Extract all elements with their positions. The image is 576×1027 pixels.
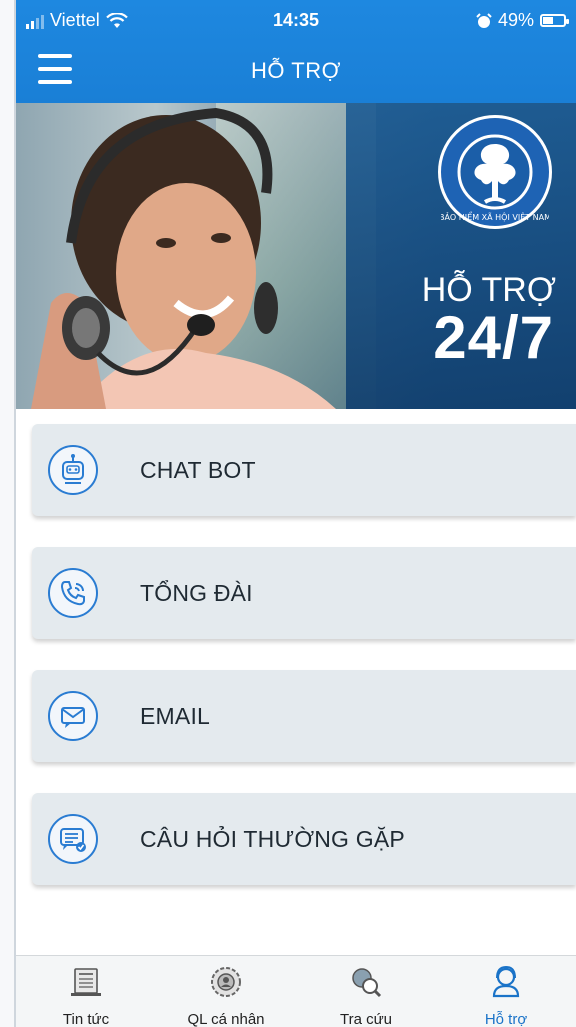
app-container: Viettel 14:35 49% HỖ TRỢ BẢO HIỂM XÃ HỘI… xyxy=(16,0,576,1027)
tab-label: Tra cứu xyxy=(340,1011,392,1027)
banner-247: 24/7 xyxy=(433,304,554,371)
menu-item-faq[interactable]: CÂU HỎI THƯỜNG GẶP xyxy=(32,793,576,885)
agent-illustration xyxy=(31,107,336,409)
tab-label: QL cá nhân xyxy=(187,1011,265,1027)
vss-emblem-icon: BẢO HIỂM XÃ HỘI VIỆT NAM xyxy=(441,134,549,223)
personal-icon xyxy=(206,962,246,1001)
status-right: 49% xyxy=(476,10,569,31)
email-icon xyxy=(48,691,98,741)
navbar: HỖ TRỢ xyxy=(16,50,576,94)
menu-item-hotline[interactable]: TỔNG ĐÀI xyxy=(32,547,576,639)
tab-personal[interactable]: QL cá nhân xyxy=(156,956,296,1027)
news-icon xyxy=(66,962,106,1001)
header: Viettel 14:35 49% HỖ TRỢ xyxy=(16,0,576,103)
tab-support[interactable]: Hỗ trợ xyxy=(436,956,576,1027)
battery-percent: 49% xyxy=(497,10,534,30)
faq-icon xyxy=(48,814,98,864)
menu-item-chatbot[interactable]: CHAT BOT xyxy=(32,424,576,516)
vss-logo-text: BẢO HIỂM XÃ HỘI VIỆT NAM xyxy=(441,210,549,223)
alarm-icon xyxy=(476,12,492,28)
menu-item-label: CÂU HỎI THƯỜNG GẶP xyxy=(140,825,405,852)
menu-item-label: TỔNG ĐÀI xyxy=(140,579,253,606)
bottom-tab-bar: Tin tức QL cá nhân Tra cứu Hỗ trợ xyxy=(16,955,576,1027)
chatbot-icon xyxy=(48,445,98,495)
status-bar: Viettel 14:35 49% xyxy=(16,8,576,36)
support-banner: BẢO HIỂM XÃ HỘI VIỆT NAM HỖ TRỢ 24/7 xyxy=(16,103,576,409)
menu-item-label: CHAT BOT xyxy=(140,456,256,483)
tab-label: Tin tức xyxy=(62,1011,110,1027)
battery-icon xyxy=(540,14,569,27)
screen-edge xyxy=(0,0,16,1027)
menu-item-label: EMAIL xyxy=(140,702,211,729)
page-title: HỖ TRỢ xyxy=(251,58,341,83)
tab-label: Hỗ trợ xyxy=(484,1011,528,1027)
tab-news[interactable]: Tin tức xyxy=(16,956,156,1027)
app-screen: Viettel 14:35 49% HỖ TRỢ BẢO HIỂM XÃ HỘI… xyxy=(0,0,576,1027)
menu-item-email[interactable]: EMAIL xyxy=(32,670,576,762)
phone-icon xyxy=(48,568,98,618)
tab-lookup[interactable]: Tra cứu xyxy=(296,956,436,1027)
support-icon xyxy=(486,962,526,1001)
vss-logo: BẢO HIỂM XÃ HỘI VIỆT NAM xyxy=(438,115,552,229)
lookup-icon xyxy=(346,962,386,1001)
